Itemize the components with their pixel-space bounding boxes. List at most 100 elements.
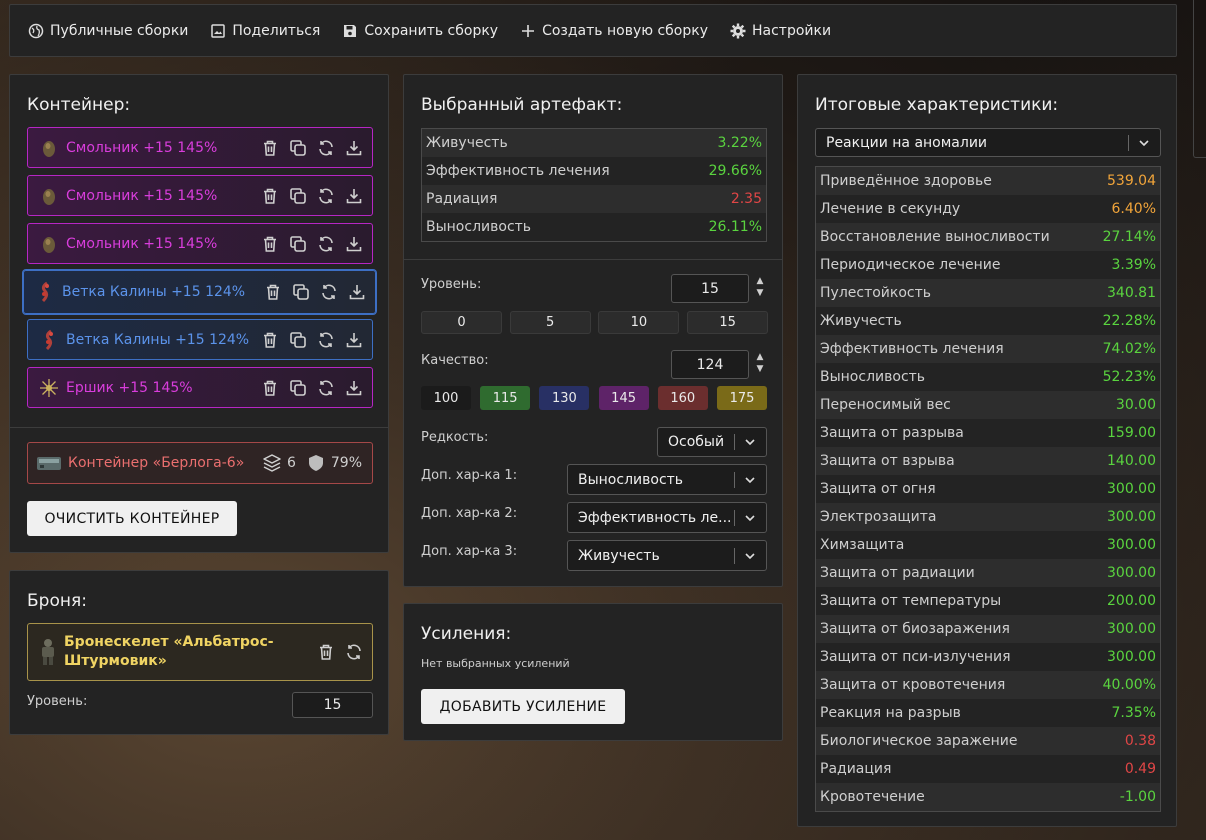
artifact-quality-input[interactable]: 124 — [671, 350, 749, 379]
stat-row: Защита от огня 300.00 — [816, 475, 1160, 503]
artifact-row[interactable]: Смольник +15 145% — [27, 223, 373, 264]
artifact-row[interactable]: Ветка Калины +15 124% — [23, 270, 376, 314]
swap-icon[interactable] — [320, 283, 338, 301]
level-preset-button[interactable]: 15 — [687, 311, 769, 334]
extra2-value: Эффективность ле... — [578, 509, 732, 526]
public-builds-label: Публичные сборки — [50, 22, 189, 39]
artifact-name: Ершик +15 145% — [66, 379, 193, 396]
selected-artifact-title: Выбранный артефакт: — [421, 95, 623, 115]
share-button[interactable]: Поделиться — [210, 23, 320, 39]
chevron-up-icon[interactable]: ▲ — [757, 276, 764, 286]
extra1-value: Выносливость — [578, 471, 684, 488]
public-builds-button[interactable]: Публичные сборки — [28, 23, 188, 39]
swap-icon[interactable] — [317, 331, 335, 349]
rarity-value: Особый — [668, 434, 725, 450]
trash-icon[interactable] — [261, 379, 279, 397]
stat-row: Живучесть 22.28% — [816, 307, 1160, 335]
trash-icon[interactable] — [261, 187, 279, 205]
stat-row: Защита от пси-излучения 300.00 — [816, 643, 1160, 671]
copy-icon[interactable] — [289, 379, 307, 397]
replace-armor-icon[interactable] — [345, 643, 363, 661]
artifact-row[interactable]: Ершик +15 145% — [27, 367, 373, 408]
trash-icon[interactable] — [261, 139, 279, 157]
chevron-down-icon — [745, 439, 755, 446]
copy-icon[interactable] — [289, 235, 307, 253]
armor-title: Броня: — [27, 591, 87, 611]
artifact-level-spinner[interactable]: ▲ ▼ — [754, 276, 766, 298]
artifact-level-input[interactable]: 15 — [671, 274, 749, 303]
quality-preset-button[interactable]: 145 — [598, 386, 649, 410]
extra3-select[interactable]: Живучесть — [567, 540, 767, 571]
extra2-select[interactable]: Эффективность ле... — [567, 502, 767, 533]
extra1-select[interactable]: Выносливость — [567, 464, 767, 495]
settings-label: Настройки — [752, 22, 832, 39]
swap-icon[interactable] — [317, 187, 335, 205]
container-item[interactable]: Контейнер «Берлога-6» 6 79% — [27, 442, 373, 484]
download-icon[interactable] — [345, 331, 363, 349]
settings-button[interactable]: Настройки — [730, 23, 831, 39]
container-slots: 6 — [262, 453, 296, 473]
copy-icon[interactable] — [289, 139, 307, 157]
download-icon[interactable] — [345, 139, 363, 157]
artifact-row[interactable]: Смольник +15 145% — [27, 175, 373, 216]
stat-value: 340.81 — [1107, 285, 1156, 301]
add-boost-button[interactable]: ДОБАВИТЬ УСИЛЕНИЕ — [421, 689, 625, 724]
stat-row: Кровотечение -1.00 — [816, 783, 1160, 811]
quality-preset-button[interactable]: 115 — [480, 386, 531, 410]
stat-value: 52.23% — [1102, 369, 1156, 385]
quality-preset-button[interactable]: 130 — [539, 386, 590, 410]
container-item-name: Контейнер «Берлога-6» — [68, 455, 245, 471]
chevron-up-icon[interactable]: ▲ — [757, 352, 764, 362]
stat-value: 7.35% — [1111, 705, 1156, 721]
swap-icon[interactable] — [317, 379, 335, 397]
trash-icon[interactable] — [264, 283, 282, 301]
artifact-row[interactable]: Ветка Калины +15 124% — [27, 319, 373, 360]
level-preset-button[interactable]: 0 — [421, 311, 502, 334]
quality-preset-button[interactable]: 100 — [421, 386, 471, 410]
totals-filter-select[interactable]: Реакции на аномалии — [815, 128, 1161, 157]
quality-preset-button[interactable]: 160 — [657, 386, 708, 410]
stat-value: 6.40% — [1111, 201, 1156, 217]
copy-icon[interactable] — [289, 331, 307, 349]
extra3-label: Доп. хар-ка 3: — [421, 544, 518, 559]
quality-preset-button[interactable]: 175 — [717, 386, 767, 410]
download-icon[interactable] — [345, 379, 363, 397]
floppy-icon — [344, 24, 357, 37]
swap-icon[interactable] — [317, 139, 335, 157]
armor-level-input[interactable]: 15 — [292, 692, 373, 718]
stat-label: Защита от радиации — [820, 565, 975, 581]
stat-label: Периодическое лечение — [820, 257, 1001, 273]
trash-icon[interactable] — [261, 235, 279, 253]
trash-icon[interactable] — [261, 331, 279, 349]
stat-row: Эффективность лечения 29.66% — [422, 157, 766, 185]
level-preset-button[interactable]: 10 — [598, 311, 680, 334]
stat-value: 26.11% — [708, 219, 762, 235]
copy-icon[interactable] — [292, 283, 310, 301]
clear-container-button[interactable]: ОЧИСТИТЬ КОНТЕЙНЕР — [27, 501, 237, 536]
artifact-quality-label: Качество: — [421, 353, 489, 368]
copy-icon[interactable] — [289, 187, 307, 205]
chevron-down-icon[interactable]: ▼ — [757, 364, 764, 374]
branch-icon — [38, 329, 60, 351]
stat-row: Защита от температуры 200.00 — [816, 587, 1160, 615]
armor-item[interactable]: Бронескелет «Альбатрос-Штурмовик» — [27, 623, 373, 681]
container-panel: Контейнер: Смольник +15 145% Смольник +15… — [9, 74, 389, 553]
artifact-stats-table: Живучесть 3.22% Эффективность лечения 29.66… — [421, 128, 767, 242]
delete-armor-icon[interactable] — [317, 643, 335, 661]
totals-filter-value: Реакции на аномалии — [826, 134, 988, 151]
artifact-quality-spinner[interactable]: ▲ ▼ — [754, 352, 766, 374]
chevron-down-icon[interactable]: ▼ — [757, 288, 764, 298]
chevron-down-icon — [745, 514, 755, 521]
download-icon[interactable] — [345, 187, 363, 205]
download-icon[interactable] — [345, 235, 363, 253]
save-build-button[interactable]: Сохранить сборку — [342, 23, 498, 39]
artifact-row[interactable]: Смольник +15 145% — [27, 127, 373, 168]
create-build-button[interactable]: Создать новую сборку — [520, 23, 708, 39]
swap-icon[interactable] — [317, 235, 335, 253]
download-icon[interactable] — [348, 283, 366, 301]
level-preset-button[interactable]: 5 — [509, 311, 591, 334]
rarity-select[interactable]: Особый — [657, 427, 767, 457]
stat-row: Радиация 0.49 — [816, 755, 1160, 783]
scrollbar[interactable] — [1193, 0, 1206, 158]
stat-value: 0.38 — [1124, 733, 1156, 749]
